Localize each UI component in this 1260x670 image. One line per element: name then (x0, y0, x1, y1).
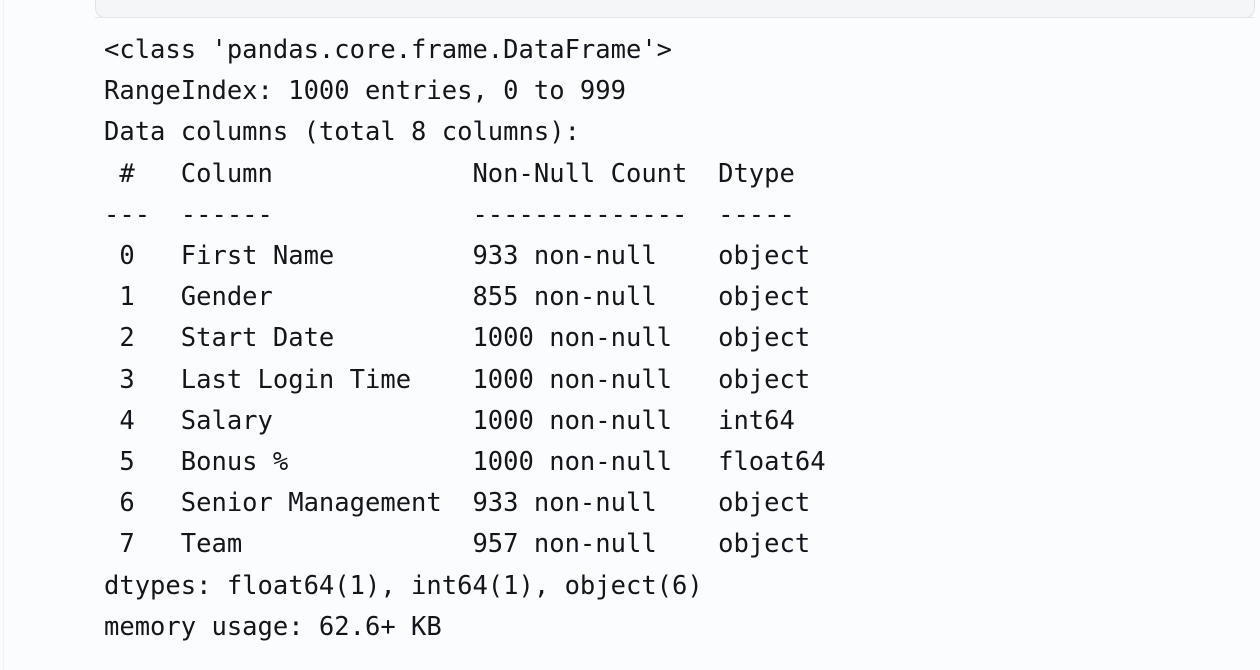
console-output-area: <class 'pandas.core.frame.DataFrame'> Ra… (0, 0, 1260, 648)
dataframe-info-output-text: <class 'pandas.core.frame.DataFrame'> Ra… (104, 35, 826, 642)
output-cell-screenshot: <class 'pandas.core.frame.DataFrame'> Ra… (0, 0, 1260, 670)
